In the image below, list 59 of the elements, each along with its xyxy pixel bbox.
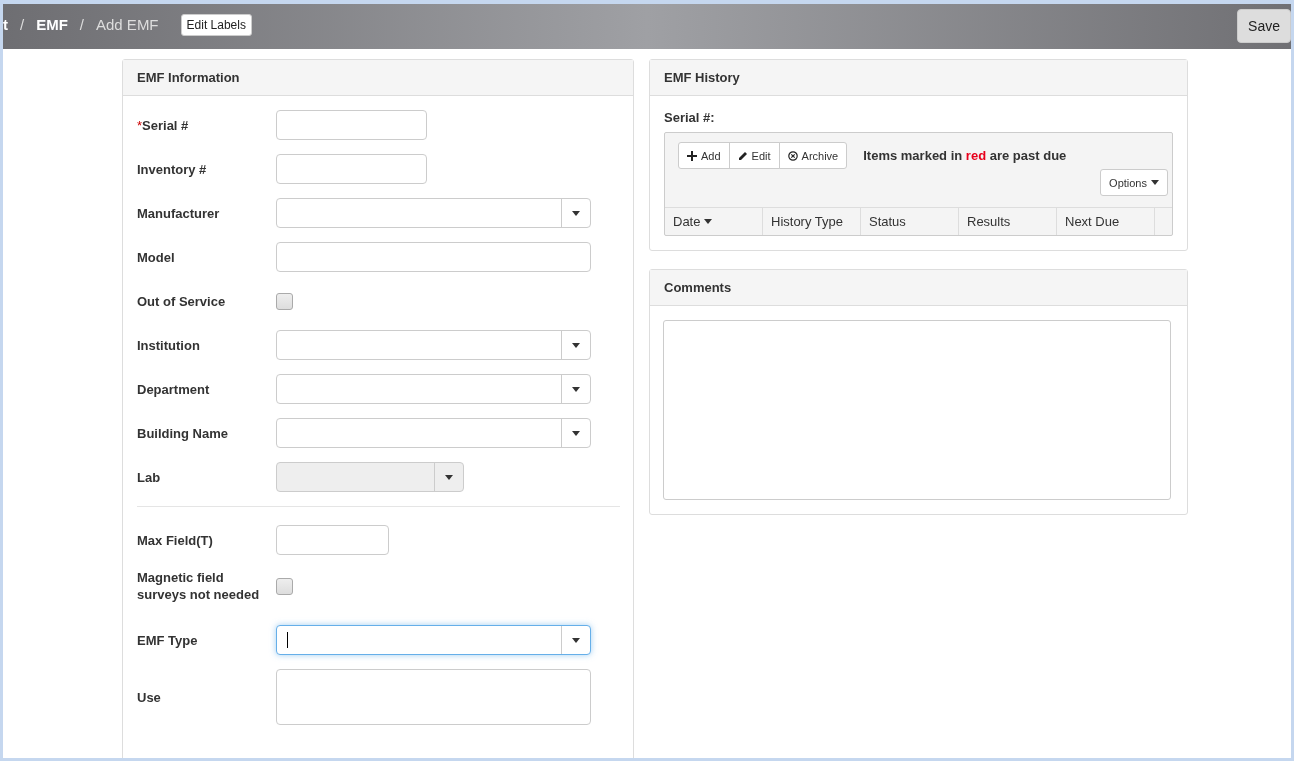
past-due-message: Items marked in red are past due	[863, 148, 1067, 163]
column-header[interactable]: Next Due	[1057, 207, 1155, 235]
select-field[interactable]	[276, 198, 591, 228]
breadcrumb-item[interactable]: EMF	[36, 16, 68, 33]
field-label: Use	[137, 688, 162, 706]
toolbar-button[interactable]: Add	[678, 142, 730, 169]
breadcrumb-item[interactable]: t	[3, 16, 8, 33]
checkbox[interactable]	[276, 292, 293, 310]
field-label: Model	[137, 248, 176, 266]
checkbox[interactable]	[276, 577, 293, 595]
field-label: *Serial #	[137, 116, 190, 134]
select-field[interactable]	[276, 330, 591, 360]
field-label: Lab	[137, 468, 162, 486]
column-header[interactable]: History Type	[763, 207, 861, 235]
caret-icon	[1151, 180, 1159, 185]
breadcrumb-item: Add EMF	[96, 16, 159, 33]
edit-labels-button[interactable]: Edit Labels	[180, 13, 252, 36]
field-label: Inventory #	[137, 160, 208, 178]
panel-title: Comments	[650, 270, 1187, 306]
field-label: Building Name	[137, 424, 229, 442]
select-field[interactable]	[276, 625, 591, 655]
panel-title: EMF History	[650, 60, 1187, 96]
breadcrumb-separator: /	[79, 16, 84, 33]
circle-x-icon	[787, 150, 798, 161]
select-field[interactable]	[276, 374, 591, 404]
toolbar-button[interactable]: Archive	[778, 142, 848, 169]
comments-text-area[interactable]	[663, 320, 1171, 500]
field-label: EMF Type	[137, 631, 199, 649]
dropdown-caret-icon	[445, 474, 453, 480]
text-area[interactable]	[276, 669, 591, 725]
panel-title: EMF Information	[123, 60, 633, 96]
select-field[interactable]	[276, 418, 591, 448]
column-header[interactable]: Status	[861, 207, 959, 235]
field-label: Manufacturer	[137, 204, 221, 222]
column-header[interactable]: Date	[665, 207, 763, 235]
dropdown-caret-icon	[572, 386, 580, 392]
field-label: Max Field(T)	[137, 531, 214, 549]
text-input[interactable]	[276, 154, 427, 184]
field-label: Institution	[137, 336, 201, 354]
serial-label: Serial #:	[663, 109, 716, 127]
options-button[interactable]: Options	[1100, 169, 1168, 196]
dropdown-caret-icon	[572, 637, 580, 643]
field-label: Magnetic field surveys not needed	[137, 569, 261, 603]
dropdown-caret-icon	[572, 430, 580, 436]
field-label: Department	[137, 380, 211, 398]
field-label: Out of Service	[137, 292, 227, 310]
text-input[interactable]	[276, 242, 591, 272]
dropdown-caret-icon	[572, 342, 580, 348]
toolbar-button[interactable]: Edit	[728, 142, 780, 169]
text-cursor	[287, 632, 288, 648]
save-button[interactable]: Save	[1237, 8, 1291, 43]
breadcrumb-separator: /	[20, 16, 25, 33]
text-input[interactable]	[276, 110, 427, 140]
sort-caret-icon	[704, 218, 713, 224]
dropdown-caret-icon	[572, 210, 580, 216]
plus-icon	[687, 150, 697, 161]
pencil-icon	[737, 150, 748, 161]
column-header[interactable]: Results	[959, 207, 1057, 235]
text-input[interactable]	[276, 525, 389, 555]
